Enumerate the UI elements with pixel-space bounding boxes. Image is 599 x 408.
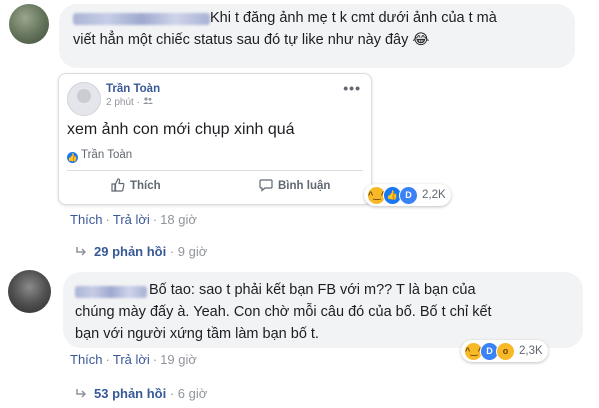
like-icon: 👍: [67, 152, 78, 163]
like-link[interactable]: Thích: [70, 352, 103, 367]
post-comment-button[interactable]: Bình luận: [259, 178, 330, 192]
comment-text-line: Bố tao: sao t phải kết bạn FB với m?? T …: [149, 282, 476, 298]
view-replies-link[interactable]: 29 phản hồi · 9 giờ: [76, 244, 207, 259]
post-timestamp: 2 phút ·: [106, 97, 153, 108]
comment-actions: Thích · Trả lời · 19 giờ: [70, 352, 197, 367]
commenter-name-blurred[interactable]: [73, 13, 210, 25]
comment-actions: Thích · Trả lời · 18 giờ: [70, 212, 197, 227]
friends-icon: [142, 97, 153, 108]
reaction-summary[interactable]: ^‿^ 👍 D 2,2K: [364, 184, 451, 206]
post-author-avatar[interactable]: [67, 82, 101, 116]
commenter-name-blurred[interactable]: [75, 286, 147, 298]
commenter-avatar[interactable]: [9, 4, 49, 44]
shared-post-card[interactable]: Trần Toàn 2 phút · ••• xem ảnh con mới c…: [58, 73, 372, 205]
love-reaction-icon: D: [399, 185, 418, 205]
view-replies-link[interactable]: 53 phản hồi · 6 giờ: [76, 386, 207, 401]
reaction-count: 2,3K: [519, 345, 543, 357]
comment-icon: [259, 179, 273, 192]
comment-time[interactable]: 19 giờ: [160, 352, 197, 367]
post-body-text: xem ảnh con mới chụp xinh quá: [67, 121, 295, 138]
post-author-name[interactable]: Trần Toàn: [106, 83, 160, 95]
reply-link[interactable]: Trả lời: [113, 352, 150, 367]
reply-link[interactable]: Trả lời: [113, 212, 150, 227]
reply-arrow-icon: [76, 247, 87, 256]
post-like-summary[interactable]: 👍 Trần Toàn: [67, 149, 132, 163]
comment-text: viết hẳn một chiếc status sau đó tự like…: [73, 32, 409, 48]
comment-text-line: Khi t đăng ảnh mẹ t k cmt dưới ảnh của t…: [210, 10, 497, 26]
wow-reaction-icon: o: [496, 341, 515, 361]
comment-bubble: Bố tao: sao t phải kết bạn FB với m?? T …: [63, 272, 583, 348]
comment-bubble: Khi t đăng ảnh mẹ t k cmt dưới ảnh của t…: [59, 4, 575, 68]
laughing-emoji-icon: 😂: [412, 32, 430, 48]
divider: [67, 170, 363, 171]
comment-text-line: viết hẳn một chiếc status sau đó tự like…: [73, 30, 429, 51]
commenter-avatar[interactable]: [8, 270, 51, 313]
reaction-summary[interactable]: ^‿^ D o 2,3K: [461, 340, 548, 362]
comment-text-line: bạn với người xứng tầm làm bạn bố t.: [75, 326, 319, 342]
reaction-count: 2,2K: [422, 189, 446, 201]
post-like-button[interactable]: Thích: [111, 178, 161, 192]
reply-arrow-icon: [76, 389, 87, 398]
comment-time[interactable]: 18 giờ: [160, 212, 197, 227]
comment-text-line: chúng mày đấy à. Yeah. Con chờ mỗi câu đ…: [75, 304, 492, 320]
like-link[interactable]: Thích: [70, 212, 103, 227]
thumbs-up-icon: [111, 178, 125, 192]
more-options-icon[interactable]: •••: [343, 80, 361, 96]
